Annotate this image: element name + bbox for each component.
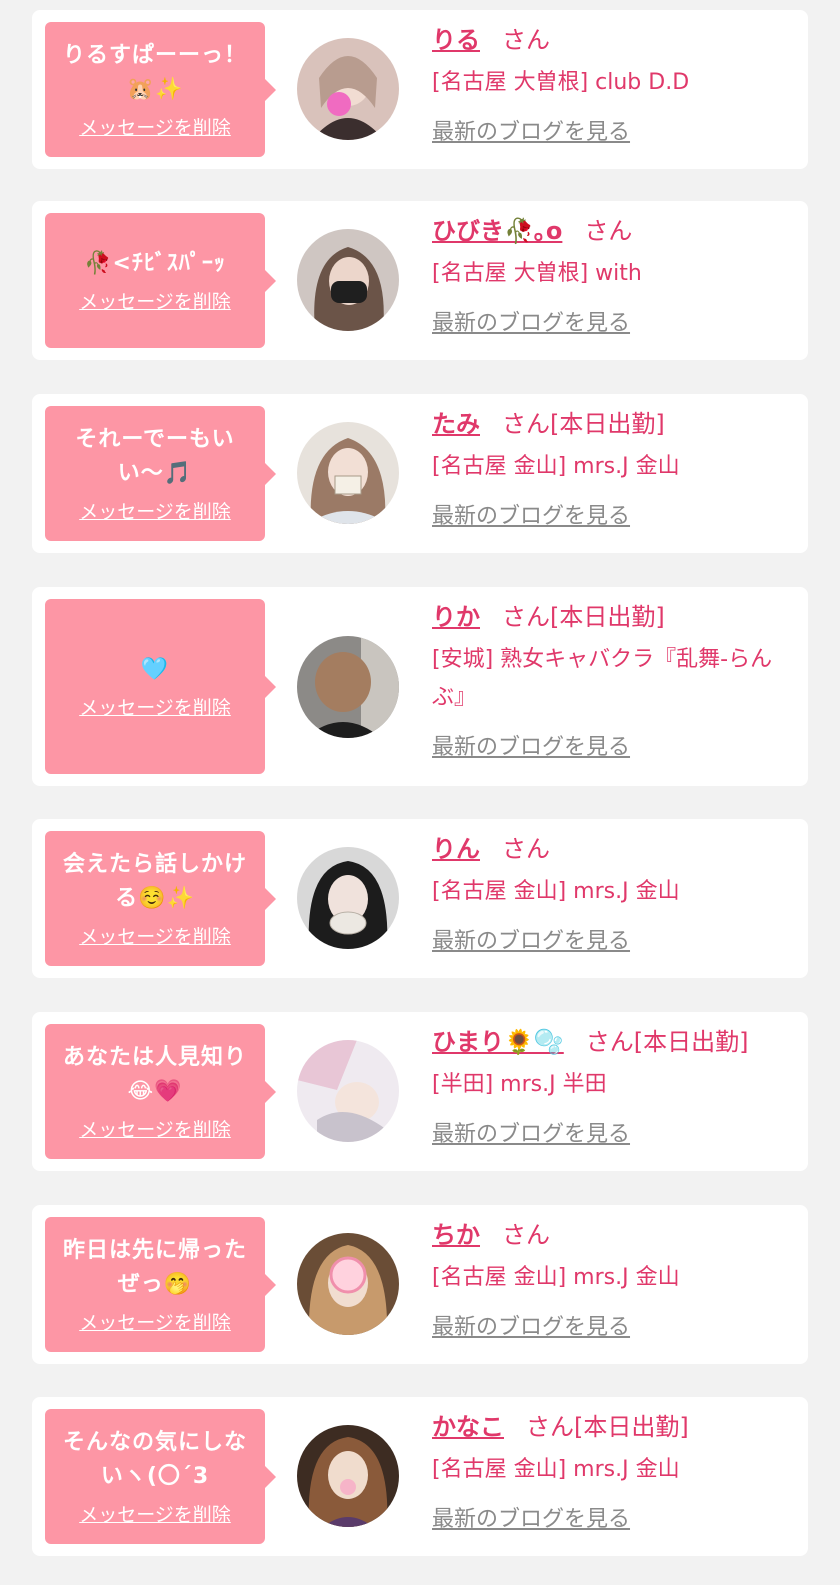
message-bubble: 昨日は先に帰ったぜっ🤭 メッセージを削除: [45, 1217, 276, 1352]
shop-name: [名古屋 金山] mrs.J 金山: [432, 879, 680, 904]
latest-blog-link[interactable]: 最新のブログを見る: [432, 1309, 630, 1341]
list-item: そんなの気にしないヽ(〇´3 メッセージを削除 かなこ さん[本日出勤] [名古屋…: [32, 1397, 808, 1556]
cast-name-link[interactable]: ひまり🌻🫧: [432, 1028, 564, 1056]
message-text: そんなの気にしないヽ(〇´3: [62, 1430, 247, 1489]
delete-message-button[interactable]: メッセージを削除: [79, 693, 231, 720]
shop-name: [名古屋 大曽根] with: [432, 261, 642, 286]
honorific: さん: [584, 217, 633, 245]
message-bubble: そんなの気にしないヽ(〇´3 メッセージを削除: [45, 1409, 276, 1544]
honorific: さん: [502, 26, 550, 54]
message-bubble: りるすぱーーっ！🐹✨ メッセージを削除: [45, 22, 276, 157]
honorific: さん: [502, 1221, 550, 1249]
delete-message-button[interactable]: メッセージを削除: [79, 1308, 231, 1335]
avatar[interactable]: [297, 38, 399, 140]
delete-message-button[interactable]: メッセージを削除: [79, 497, 231, 524]
cast-name-link[interactable]: たみ: [432, 410, 480, 438]
shop-name: [名古屋 金山] mrs.J 金山: [432, 1457, 680, 1482]
message-bubble: それーでーもいい〜🎵 メッセージを削除: [45, 406, 276, 541]
honorific: さん: [502, 835, 550, 863]
avatar[interactable]: [297, 847, 399, 949]
list-item: 🩵 メッセージを削除 りか さん[本日出勤] [安城] 熟女キャバクラ『乱舞-らん…: [32, 587, 808, 786]
delete-message-button[interactable]: メッセージを削除: [79, 1115, 231, 1142]
honorific: さん: [502, 603, 550, 631]
cast-info: ひまり🌻🫧 さん[本日出勤] [半田] mrs.J 半田 最新のブログを見る: [432, 1024, 788, 1148]
shop-name: [名古屋 大曽根] club D.D: [432, 70, 690, 95]
message-text: りるすぱーーっ！🐹✨: [62, 43, 247, 102]
delete-message-button[interactable]: メッセージを削除: [79, 922, 231, 949]
shop-name: [名古屋 金山] mrs.J 金山: [432, 454, 680, 479]
message-bubble: 会えたら話しかける☺️✨ メッセージを削除: [45, 831, 276, 966]
cast-name-link[interactable]: りか: [432, 603, 480, 631]
status-badge: [本日出勤]: [550, 410, 665, 438]
list-item: それーでーもいい〜🎵 メッセージを削除 たみ さん[本日出勤] [名古屋 金山] …: [32, 394, 808, 553]
status-badge: [本日出勤]: [574, 1413, 689, 1441]
status-badge: [本日出勤]: [550, 603, 665, 631]
cast-name-link[interactable]: かなこ: [432, 1413, 504, 1441]
latest-blog-link[interactable]: 最新のブログを見る: [432, 923, 630, 955]
message-bubble: 🩵 メッセージを削除: [45, 599, 276, 774]
message-bubble: あなたは人見知り😂💗 メッセージを削除: [45, 1024, 276, 1159]
latest-blog-link[interactable]: 最新のブログを見る: [432, 1501, 630, 1533]
latest-blog-link[interactable]: 最新のブログを見る: [432, 305, 630, 337]
shop-name: [半田] mrs.J 半田: [432, 1072, 607, 1097]
cast-name-link[interactable]: ちか: [432, 1221, 480, 1249]
message-text: 🩵: [140, 657, 170, 682]
avatar[interactable]: [297, 422, 399, 524]
avatar[interactable]: [297, 1040, 399, 1142]
list-item: 会えたら話しかける☺️✨ メッセージを削除 りん さん [名古屋 金山] mrs.…: [32, 819, 808, 978]
avatar[interactable]: [297, 229, 399, 331]
list-item: あなたは人見知り😂💗 メッセージを削除 ひまり🌻🫧 さん[本日出勤] [半田] m…: [32, 1012, 808, 1171]
cast-name-link[interactable]: りん: [432, 835, 480, 863]
delete-message-button[interactable]: メッセージを削除: [79, 287, 231, 314]
delete-message-button[interactable]: メッセージを削除: [79, 113, 231, 140]
honorific: さん: [526, 1413, 574, 1441]
honorific: さん: [502, 410, 550, 438]
cast-info: りる さん [名古屋 大曽根] club D.D 最新のブログを見る: [432, 22, 788, 146]
cast-info: りん さん [名古屋 金山] mrs.J 金山 最新のブログを見る: [432, 831, 788, 955]
cast-info: かなこ さん[本日出勤] [名古屋 金山] mrs.J 金山 最新のブログを見る: [432, 1409, 788, 1533]
shop-name: [安城] 熟女キャバクラ『乱舞-らんぶ』: [432, 647, 773, 710]
latest-blog-link[interactable]: 最新のブログを見る: [432, 114, 630, 146]
avatar[interactable]: [297, 1425, 399, 1527]
honorific: さん: [585, 1028, 634, 1056]
message-text: それーでーもいい〜🎵: [75, 427, 235, 486]
status-badge: [本日出勤]: [633, 1028, 749, 1056]
message-bubble: 🥀<ﾁﾋﾞｽﾊﾟｰｯ メッセージを削除: [45, 213, 276, 348]
cast-info: ひびき🥀｡o さん [名古屋 大曽根] with 最新のブログを見る: [432, 213, 788, 337]
latest-blog-link[interactable]: 最新のブログを見る: [432, 1116, 630, 1148]
latest-blog-link[interactable]: 最新のブログを見る: [432, 498, 630, 530]
message-text: 昨日は先に帰ったぜっ🤭: [62, 1238, 247, 1297]
cast-info: たみ さん[本日出勤] [名古屋 金山] mrs.J 金山 最新のブログを見る: [432, 406, 788, 530]
avatar[interactable]: [297, 636, 399, 738]
list-item: りるすぱーーっ！🐹✨ メッセージを削除 りる さん [名古屋 大曽根] club …: [32, 10, 808, 169]
delete-message-button[interactable]: メッセージを削除: [79, 1500, 231, 1527]
latest-blog-link[interactable]: 最新のブログを見る: [432, 729, 630, 761]
message-text: 🥀<ﾁﾋﾞｽﾊﾟｰｯ: [84, 251, 226, 276]
cast-info: りか さん[本日出勤] [安城] 熟女キャバクラ『乱舞-らんぶ』 最新のブログを見…: [432, 599, 788, 761]
message-text: あなたは人見知り😂💗: [62, 1045, 247, 1104]
cast-name-link[interactable]: りる: [432, 26, 480, 54]
cast-name-link[interactable]: ひびき🥀｡o: [432, 217, 562, 245]
list-item: 🥀<ﾁﾋﾞｽﾊﾟｰｯ メッセージを削除 ひびき🥀｡o さん [名古屋 大曽根] w…: [32, 201, 808, 360]
cast-info: ちか さん [名古屋 金山] mrs.J 金山 最新のブログを見る: [432, 1217, 788, 1341]
shop-name: [名古屋 金山] mrs.J 金山: [432, 1265, 680, 1290]
avatar[interactable]: [297, 1233, 399, 1335]
message-text: 会えたら話しかける☺️✨: [62, 852, 247, 911]
list-item: 昨日は先に帰ったぜっ🤭 メッセージを削除 ちか さん [名古屋 金山] mrs.J…: [32, 1205, 808, 1364]
